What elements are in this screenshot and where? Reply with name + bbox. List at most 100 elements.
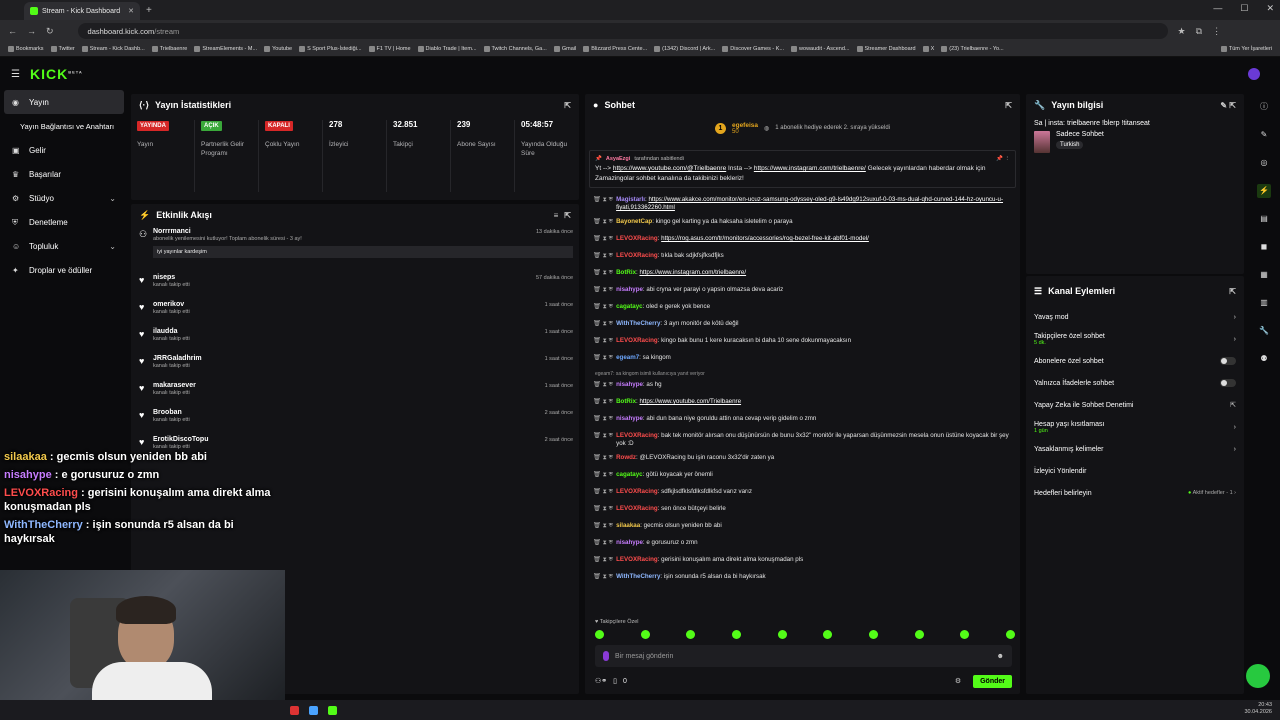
mod-actions-icon[interactable]: 🗑 ⧗ ⛨ [593,235,613,243]
chat-username[interactable]: nisahype [616,286,643,293]
chat-username[interactable]: LEVOXRacing [616,252,658,259]
points-icon[interactable]: ⚇⚭ [595,677,607,685]
channel-action-item[interactable]: Yapay Zeka ile Sohbet Denetimi ⇱ [1026,394,1244,416]
chat-message[interactable]: 🗑 ⧗ ⛨ LEVOXRacing: gerisini konuşalım ama… [593,556,1012,573]
sidebar-item-droplar[interactable]: ✦ Droplar ve ödüller [0,258,128,282]
mod-actions-icon[interactable]: 🗑 ⧗ ⛨ [593,320,613,328]
chat-username[interactable]: cagatayc [616,471,643,478]
all-bookmarks-link[interactable]: Tüm Yer İşaretleri [1220,46,1272,52]
mod-actions-icon[interactable]: 🗑 ⧗ ⛨ [593,415,613,423]
emote-icon[interactable] [595,630,604,639]
app-icon[interactable] [290,705,299,715]
filter-icon[interactable]: ≡ [554,211,559,220]
sidebar-item-studyo[interactable]: ⚙ Stüdyo ⌄ [0,186,128,210]
channel-action-item[interactable]: Hesap yaşı kısıtlaması 1 gün › [1026,416,1244,438]
bookmark-item[interactable]: X [922,46,934,52]
chat-username[interactable]: LEVOXRacing [616,235,658,242]
close-window-icon[interactable]: ✕ [1266,3,1274,14]
avatar[interactable] [1248,68,1260,80]
pencil-icon[interactable]: ✎ [1257,128,1271,142]
bookmark-item[interactable]: Youtube [264,46,292,52]
popout-icon[interactable]: ⇱ [564,101,571,110]
chat-message[interactable]: 🗑 ⧗ ⛨ nisahype: abi dun bana niye goruldu… [593,415,1012,432]
sidebar-item-topluluk[interactable]: ☺ Topluluk ⌄ [0,234,128,258]
bookmark-item[interactable]: S Sport Plus-İstediği... [299,46,362,52]
mod-actions-icon[interactable]: 🗑 ⧗ ⛨ [593,269,613,277]
mod-actions-icon[interactable]: 🗑 ⧗ ⛨ [593,488,613,496]
bookmark-item[interactable]: Diablo Trade | Item... [417,46,477,52]
mod-actions-icon[interactable]: 🗑 ⧗ ⛨ [593,398,613,406]
minimize-icon[interactable]: — [1213,3,1222,14]
event-user[interactable]: Brooban [153,409,569,416]
chat-username[interactable]: silaakaa [616,522,640,529]
maximize-icon[interactable]: ☐ [1240,3,1248,14]
browser-tab[interactable]: Stream - Kick Dashboard ✕ [24,2,140,20]
channel-action-item[interactable]: Yalnızca İfadelerle sohbet [1026,372,1244,394]
bookmark-item[interactable]: (1342) Discord | Ark... [654,46,715,52]
chat-username[interactable]: WithTheCherry [616,573,660,580]
edit-icon[interactable]: ✎ ⇱ [1220,101,1236,110]
star-icon[interactable]: ★ [1178,26,1186,37]
sidebar-item-basarilar[interactable]: ♛ Başarılar [0,162,128,186]
mod-actions-icon[interactable]: 🗑 ⧗ ⛨ [593,337,613,345]
chat-input[interactable]: Bir mesaj gönderin ☻ [595,645,1012,667]
sidebar-item-yayin[interactable]: ◉ Yayın [4,90,124,114]
wrench-icon[interactable]: 🔧 [1257,324,1271,338]
event-user[interactable]: makarasever [153,382,569,389]
chat-message[interactable]: 🗑 ⧗ ⛨ WithTheCherry: işin sonunda r5 alsa… [593,573,1012,590]
gear-icon[interactable]: ⚙ [955,677,961,685]
bookmark-item[interactable]: Twitter [50,46,75,52]
mod-actions-icon[interactable]: 🗑 ⧗ ⛨ [593,556,613,564]
chat-username[interactable]: LEVOXRacing [616,505,658,512]
emoji-icon[interactable]: ☻ [997,653,1004,660]
chat-username[interactable]: BotRix [616,398,636,405]
chat-message[interactable]: 🗑 ⧗ ⛨ LEVOXRacing: tıkla bak sdjkfsjfksdf… [593,252,1012,269]
chat-username[interactable]: WithTheCherry [616,320,660,327]
mod-actions-icon[interactable]: 🗑 ⧗ ⛨ [593,432,613,440]
emote-icon[interactable] [640,630,650,639]
chat-link[interactable]: https://rog.asus.com/tr/monitors/accesso… [661,235,869,242]
event-user[interactable]: Norrrmanci [153,228,569,235]
emote-icon[interactable] [731,630,741,639]
chat-message[interactable]: 🗑 ⧗ ⛨ BotRix: https://www.instagram.com/t… [593,269,1012,286]
chat-username[interactable]: nisahype [616,539,643,546]
chat-message[interactable]: 🗑 ⧗ ⛨ nisahype: as hg [593,381,1012,398]
bookmark-item[interactable]: Gmail [553,46,576,52]
mod-actions-icon[interactable]: 🗑 ⧗ ⛨ [593,471,613,479]
bookmark-item[interactable]: Trielbaenre [151,46,187,52]
new-tab-icon[interactable]: + [146,5,152,16]
chat-message[interactable]: 🗑 ⧗ ⛨ LEVOXRacing: kingo bak bunu 1 kere … [593,337,1012,354]
event-user[interactable]: niseps [153,274,569,281]
pinned-link-youtube[interactable]: https://www.youtube.com/@Trielbaenre [613,165,726,172]
chat-message[interactable]: 🗑 ⧗ ⛨ LEVOXRacing: sen önce bütçeyi belir… [593,505,1012,522]
grid-icon[interactable]: ▦ [1257,268,1271,282]
document-icon[interactable]: ▤ [1257,212,1271,226]
chat-username[interactable]: egeam7 [616,354,639,361]
forward-icon[interactable]: → [27,26,36,36]
chat-message[interactable]: 🗑 ⧗ ⛨ WithTheCherry: 3 ayrı monitör de kö… [593,320,1012,337]
chat-username[interactable]: LEVOXRacing [616,337,658,344]
event-user[interactable]: omerikov [153,301,569,308]
bookmark-item[interactable]: Discover Games - K... [722,46,784,52]
mic-icon[interactable] [603,651,609,661]
chat-message[interactable]: 🗑 ⧗ ⛨ LEVOXRacing: https://rog.asus.com/t… [593,235,1012,252]
mod-actions-icon[interactable]: 🗑 ⧗ ⛨ [593,522,613,530]
mod-actions-icon[interactable]: 🗑 ⧗ ⛨ [593,252,613,260]
chat-link[interactable]: https://www.akakce.com/monitor/en-ucuz-s… [616,196,1003,211]
popout-icon[interactable]: ⇱ [1005,101,1012,110]
info-icon[interactable]: ⓘ [1257,100,1271,114]
mod-actions-icon[interactable]: 🗑 ⧗ ⛨ [593,303,613,311]
mod-actions-icon[interactable]: 🗑 ⧗ ⛨ [593,381,613,389]
sidebar-item-denetleme[interactable]: ⛨ Denetleme [0,210,128,234]
back-icon[interactable]: ← [8,26,17,36]
chat-message[interactable]: 🗑 ⧗ ⛨ egeam7: sa kingom [593,354,1012,371]
mod-actions-icon[interactable]: 🗑 ⧗ ⛨ [593,505,613,513]
users-icon[interactable]: ⚉ [1257,352,1271,366]
chat-link[interactable]: https://www.youtube.com/Trielbaenre [639,398,741,405]
lightning-icon[interactable]: ⚡ [1257,184,1271,198]
emote-icon[interactable] [777,630,787,639]
chat-message[interactable]: 🗑 ⧗ ⛨ cagatayc: oled e gerek yok bence [593,303,1012,320]
close-tab-icon[interactable]: ✕ [128,7,134,15]
kick-logo[interactable]: KICKBETA [30,66,83,82]
unpin-icon[interactable]: 📌 ⋮ [996,154,1010,164]
